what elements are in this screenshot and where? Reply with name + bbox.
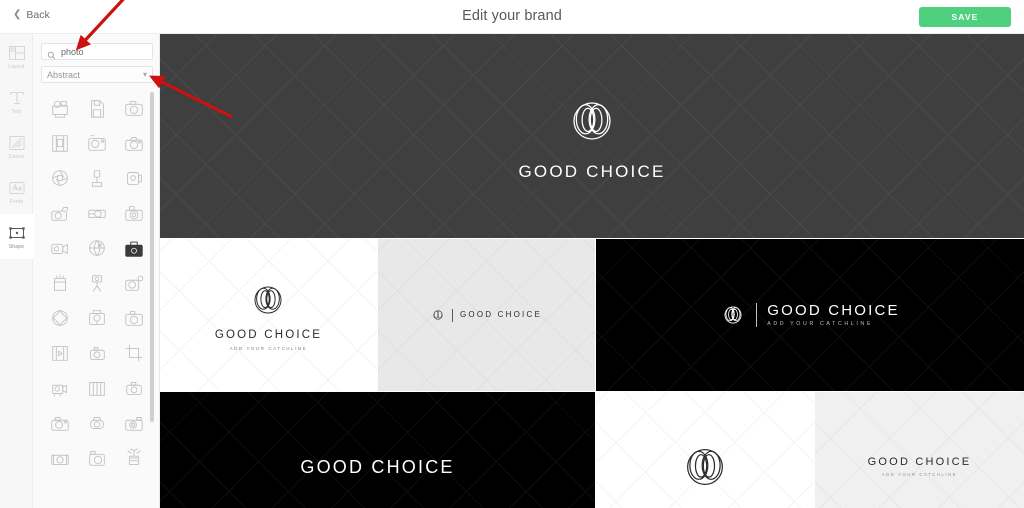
memory-card-icon[interactable] <box>82 93 112 123</box>
globe-photo-icon[interactable] <box>82 233 112 263</box>
shape-icon <box>8 224 26 242</box>
top-bar: ❮ Back Edit your brand SAVE <box>0 0 1024 34</box>
crop-tool-icon[interactable] <box>119 338 149 368</box>
dslr-camera-icon[interactable] <box>119 128 149 158</box>
film-strip-icon[interactable] <box>45 128 75 158</box>
rail-item-shape[interactable]: Shape <box>0 214 34 259</box>
camera-solid-icon[interactable] <box>119 233 149 263</box>
shape-panel: Abstract ▾ <box>33 34 160 508</box>
brand-editor-screen: ❮ Back Edit your brand SAVE Layout Text … <box>0 0 1024 508</box>
watermark-pattern <box>815 392 1024 508</box>
brand-name: GOOD CHOICE <box>767 301 900 319</box>
category-dropdown[interactable]: Abstract ▾ <box>41 66 153 83</box>
film-frames-icon[interactable] <box>82 373 112 403</box>
wordmark-group: GOOD CHOICE ADD YOUR CATCHLINE <box>767 303 900 327</box>
search-input[interactable] <box>61 46 151 57</box>
brand-catchline: ADD YOUR CATCHLINE <box>767 320 873 327</box>
camera-faded-icon[interactable] <box>119 373 149 403</box>
logo-mark <box>247 279 289 321</box>
category-dropdown-value: Abstract <box>47 69 81 80</box>
aperture-lens-icon[interactable] <box>45 163 75 193</box>
rangefinder-icon[interactable] <box>82 443 112 473</box>
vintage-camera-icon[interactable] <box>119 198 149 228</box>
page-title: Edit your brand <box>462 8 562 24</box>
negative-film-icon[interactable] <box>45 443 75 473</box>
layout-icon <box>8 44 26 62</box>
camera-flash-icon[interactable] <box>45 198 75 228</box>
logo-mark <box>431 308 445 322</box>
rail-item-colors[interactable]: Colors <box>0 124 33 169</box>
colors-icon <box>8 134 26 152</box>
rail-item-fonts[interactable]: Fonts <box>0 169 33 214</box>
search-icon <box>47 47 56 60</box>
watermark-pattern <box>160 392 595 508</box>
brand-catchline: ADD YOUR CATCHLINE <box>229 345 308 351</box>
camera-small-icon[interactable] <box>82 338 112 368</box>
shape-icon-grid[interactable] <box>41 90 153 508</box>
preview-hero[interactable]: GOOD CHOICE <box>160 34 1024 238</box>
film-reel-icon[interactable] <box>45 338 75 368</box>
tool-rail: Layout Text Colors Fonts Shape <box>0 34 34 508</box>
photo-booth-icon[interactable] <box>82 303 112 333</box>
brand-name: GOOD CHOICE <box>300 457 455 477</box>
cine-camera-icon[interactable] <box>45 373 75 403</box>
rail-item-label: Colors <box>8 153 25 160</box>
brand-catchline: ADD YOUR CATCHLINE <box>881 471 958 477</box>
tripod-head-icon[interactable] <box>82 163 112 193</box>
logo-mark <box>563 92 621 150</box>
brand-name: GOOD CHOICE <box>518 162 666 181</box>
instant-camera-icon[interactable] <box>45 93 75 123</box>
lens-cap-icon[interactable] <box>82 408 112 438</box>
brand-name: GOOD CHOICE <box>867 455 972 468</box>
camera-dial-icon[interactable] <box>119 408 149 438</box>
rail-item-label: Layout <box>8 63 25 70</box>
preview-wordmark-light[interactable]: GOOD CHOICE ADD YOUR CATCHLINE <box>815 392 1024 508</box>
polaroid-side-icon[interactable] <box>119 163 149 193</box>
logo-mark <box>677 439 733 495</box>
rail-item-label: Fonts <box>9 198 24 205</box>
logo-lockup: GOOD CHOICE ADD YOUR CATCHLINE <box>867 455 972 477</box>
light-box-icon[interactable] <box>45 268 75 298</box>
flash-burst-icon[interactable] <box>119 443 149 473</box>
rail-item-layout[interactable]: Layout <box>0 34 33 79</box>
camera-outline-icon[interactable] <box>119 93 149 123</box>
tripod-camera-icon[interactable] <box>82 268 112 298</box>
preview-wordmark-dark[interactable]: GOOD CHOICE <box>160 392 595 508</box>
brand-name: GOOD CHOICE <box>214 329 323 342</box>
text-icon <box>8 89 26 107</box>
shutter-icon[interactable] <box>45 303 75 333</box>
divider <box>756 303 758 327</box>
compact-camera-icon[interactable] <box>82 128 112 158</box>
panel-scrollbar-thumb[interactable] <box>150 92 154 422</box>
preview-horizontal-dark[interactable]: GOOD CHOICE ADD YOUR CATCHLINE <box>596 239 1024 391</box>
brand-name: GOOD CHOICE <box>460 310 542 319</box>
rail-item-text[interactable]: Text <box>0 79 33 124</box>
save-button[interactable]: SAVE <box>919 7 1011 27</box>
rail-item-label: Text <box>11 108 22 115</box>
fonts-icon <box>8 179 26 197</box>
preview-mark-only[interactable] <box>596 392 814 508</box>
logo-lockup: GOOD CHOICE <box>431 308 542 322</box>
panorama-camera-icon[interactable] <box>82 198 112 228</box>
camera-bulb-icon[interactable] <box>119 268 149 298</box>
divider <box>452 308 453 322</box>
logo-mark <box>720 302 746 328</box>
rail-item-label: Shape <box>8 243 25 250</box>
chevron-down-icon[interactable]: ▾ <box>143 70 147 79</box>
logo-lockup: GOOD CHOICE ADD YOUR CATCHLINE <box>215 279 322 351</box>
search-field[interactable] <box>41 43 153 60</box>
logo-preview-canvas: GOOD CHOICE GOOD CHOICE ADD YOUR CATCHLI… <box>160 34 1024 508</box>
preview-horizontal-small[interactable]: GOOD CHOICE <box>378 239 595 391</box>
camera-retro-icon[interactable] <box>45 408 75 438</box>
camera-line-icon[interactable] <box>119 303 149 333</box>
preview-stacked-light[interactable]: GOOD CHOICE ADD YOUR CATCHLINE <box>160 239 377 391</box>
logo-lockup: GOOD CHOICE ADD YOUR CATCHLINE <box>720 302 900 328</box>
logo-lockup: GOOD CHOICE <box>519 92 666 180</box>
video-camera-icon[interactable] <box>45 233 75 263</box>
